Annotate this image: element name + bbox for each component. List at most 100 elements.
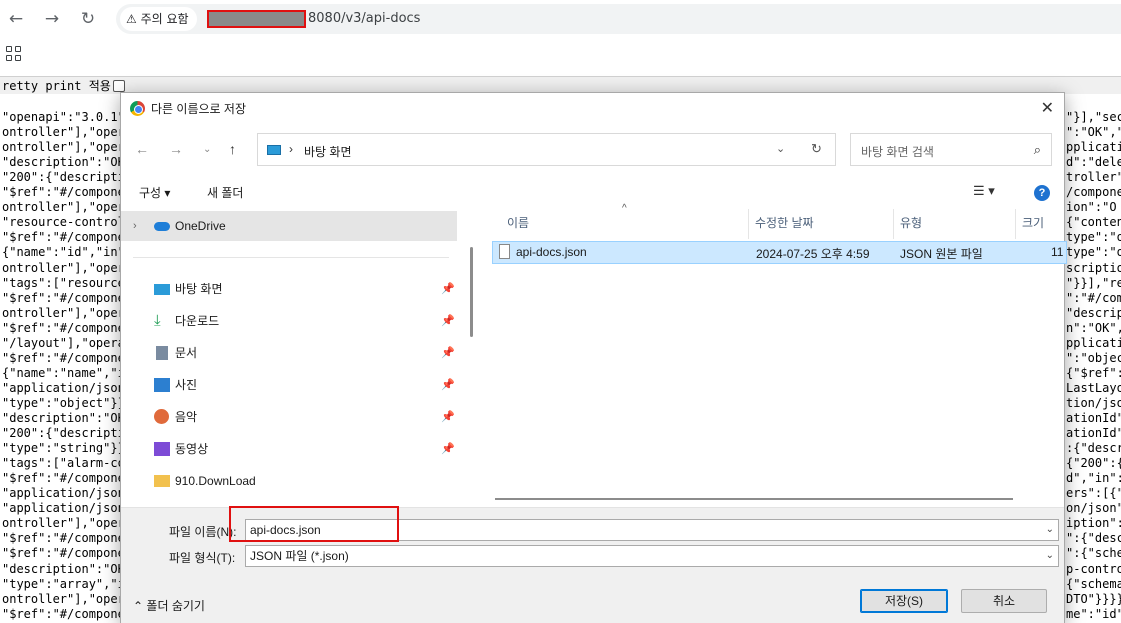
json-line: "openapi":"3.0.1" [2,110,125,124]
pin-icon[interactable]: 📌 [441,434,455,464]
path-current[interactable]: 바탕 화면 [304,143,352,160]
download-arrow-icon: ⤓ [154,312,161,329]
json-line: pplicati [1066,335,1121,350]
reload-icon[interactable]: ↻ [75,6,101,32]
pictures-icon [154,378,170,392]
pin-icon[interactable]: 📌 [441,274,455,304]
column-header-date[interactable]: 수정한 날짜 [749,209,894,239]
path-bar[interactable]: › 바탕 화면 ⌄ [257,133,836,166]
filetype-select[interactable]: JSON 파일 (*.json) ⌄ [245,545,1059,567]
json-line: "description":"OK [2,411,125,425]
json-file-icon [499,244,510,259]
view-options-icon[interactable]: ☰ ▾ [973,183,995,199]
desktop-folder-icon [267,145,281,155]
column-header-name[interactable]: 이름 [479,209,749,239]
up-arrow-icon[interactable]: ↑ [229,141,236,157]
json-line: on/json": [1066,501,1121,516]
json-line: "application/json [2,486,125,501]
folder-icon [154,475,170,487]
help-icon[interactable]: ? [1034,185,1050,201]
organize-button[interactable]: 구성 ▾ [139,184,170,201]
json-line: "type":"string"}} [2,441,125,456]
json-line: "$ref":"#/compone [2,185,125,200]
file-size: 11 [1051,245,1064,259]
json-line: "type":"object"}} [2,395,125,410]
nav-item-videos[interactable]: 동영상 📌 [121,434,457,464]
pin-icon[interactable]: 📌 [441,402,455,432]
nav-label: 음악 [175,410,198,424]
nav-item-folder-910[interactable]: 910.DownLoad [121,466,457,496]
dialog-titlebar: 다른 이름으로 저장 ✕ [121,93,1064,123]
chevron-up-icon: ⌃ [133,599,144,613]
json-line: "application/json [2,501,125,516]
cancel-button[interactable]: 취소 [961,589,1047,613]
hide-folders-button[interactable]: ⌃ 폴더 숨기기 [133,597,205,614]
new-folder-button[interactable]: 새 폴더 [207,184,243,201]
chevron-down-icon[interactable]: ⌄ [1046,520,1054,540]
expand-chevron-icon[interactable]: › [133,211,137,241]
json-line: me":"id" [1066,606,1121,621]
save-as-dialog: 다른 이름으로 저장 ✕ ← → ⌄ ↑ › 바탕 화면 ⌄ ↻ 바탕 화면 검… [120,92,1067,623]
apps-grid-icon[interactable] [6,46,22,62]
nav-item-desktop[interactable]: 바탕 화면 📌 [121,274,457,304]
security-chip[interactable]: ⚠ 주의 요함 [120,7,197,31]
nav-scrollbar[interactable] [465,209,479,507]
nav-item-music[interactable]: 음악 📌 [121,402,457,432]
pin-icon[interactable]: 📌 [441,306,455,336]
filetype-label: 파일 형식(T): [169,551,236,565]
document-icon [156,346,168,360]
json-line: ontroller"],"oper [2,305,125,320]
pin-icon[interactable]: 📌 [441,338,455,368]
json-line: {"name":"name","i [2,365,125,380]
json-line: ontroller"],"oper [2,125,125,140]
recent-chevron-icon[interactable]: ⌄ [203,144,211,155]
navigation-row: ← → ⌄ ↑ › 바탕 화면 ⌄ ↻ 바탕 화면 검색 ⌕ [121,123,1064,173]
json-line: iption": [1066,516,1121,531]
address-bar[interactable]: ⚠ 주의 요함 8080/v3/api-docs [116,4,1121,34]
search-placeholder: 바탕 화면 검색 [861,145,934,159]
json-line: tion/jso [1066,395,1121,410]
redacted-host [207,10,306,28]
search-input[interactable]: 바탕 화면 검색 ⌕ [850,133,1052,166]
json-line: "$ref":"#/compone [2,546,125,561]
chevron-down-icon[interactable]: ⌄ [1046,546,1054,566]
json-line: type":"obje [1066,230,1121,245]
json-line: ontroller"],"oper [2,260,125,275]
column-header-type[interactable]: 유형 [894,209,1016,239]
json-line: "$ref":"#/compone [2,606,125,621]
back-icon[interactable]: ← [3,6,29,32]
json-line: "200":{"descripti [2,426,125,441]
forward-arrow-icon[interactable]: → [169,141,183,157]
nav-item-onedrive[interactable]: › OneDrive [121,211,457,241]
json-line: "200":{"descripti [2,170,125,185]
chevron-down-icon[interactable]: ⌄ [776,142,785,155]
column-header-size[interactable]: 크기 [1016,209,1064,239]
json-line: scriptio [1066,260,1121,275]
json-line: p-contro [1066,561,1121,576]
nav-item-pictures[interactable]: 사진 📌 [121,370,457,400]
filename-label: 파일 이름(N): [169,525,237,539]
back-arrow-icon[interactable]: ← [135,141,149,157]
pin-icon[interactable]: 📌 [441,370,455,400]
save-button[interactable]: 저장(S) [860,589,948,613]
nav-item-downloads[interactable]: ⤓ 다운로드 📌 [121,306,457,336]
json-line: "$ref":"#/compone [2,320,125,335]
pretty-print-checkbox[interactable] [112,80,125,92]
json-line: ":{"desc [1066,531,1121,546]
forward-icon[interactable]: → [39,6,65,32]
nav-label: OneDrive [175,219,226,233]
file-row[interactable]: api-docs.json 2024-07-25 오후 4:59 JSON 원본… [492,241,1067,264]
json-line: ationId" [1066,411,1121,425]
command-bar: 구성 ▾ 새 폴더 ☰ ▾ ? [121,173,1064,209]
json-line: ontroller"],"oper [2,200,125,215]
url-text: 8080/v3/api-docs [308,11,421,26]
cloud-icon [154,222,170,231]
json-line: LastLayo [1066,380,1121,395]
horizontal-scrollbar[interactable] [495,498,1013,500]
close-icon[interactable]: ✕ [1041,98,1054,118]
json-line: ":"OK"," [1066,125,1121,140]
highlight-box [229,506,399,542]
file-date: 2024-07-25 오후 4:59 [756,247,870,261]
nav-item-documents[interactable]: 문서 📌 [121,338,457,368]
refresh-icon[interactable]: ↻ [811,141,822,157]
